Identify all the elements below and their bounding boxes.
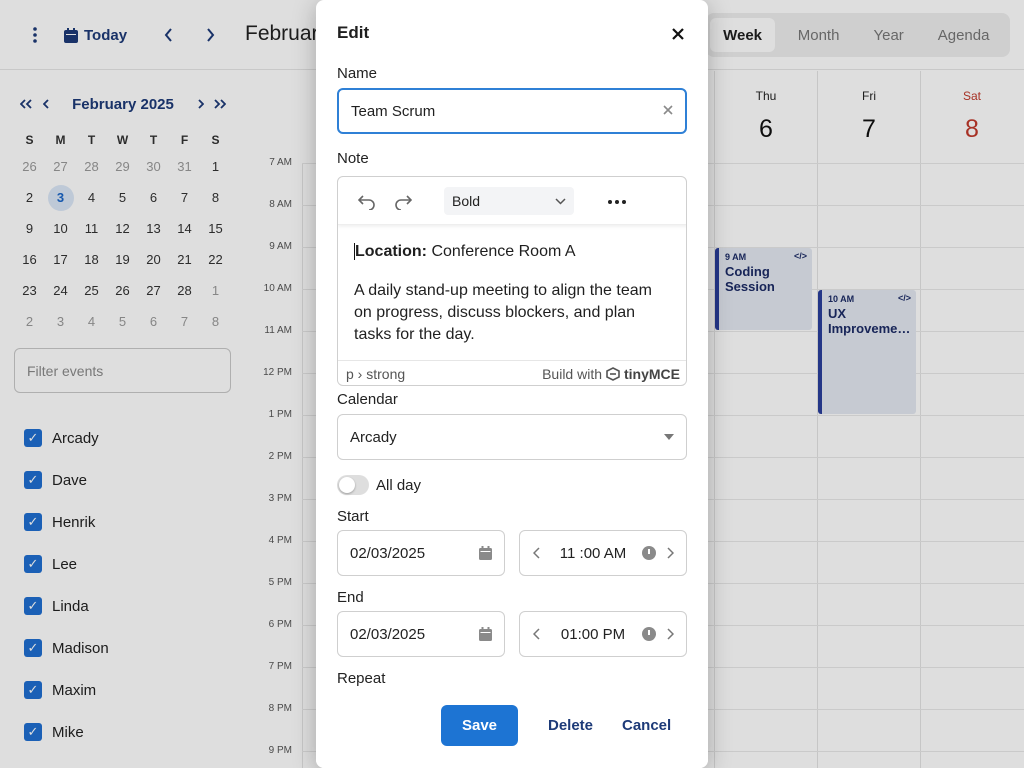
dialog-title: Edit — [337, 23, 370, 42]
brand-prefix: Build with — [542, 366, 602, 382]
calendar-label: Calendar — [337, 391, 398, 408]
cancel-button[interactable]: Cancel — [622, 705, 671, 746]
clear-icon — [663, 105, 673, 115]
clock-icon — [642, 627, 656, 641]
start-time-input[interactable]: 11 :00 AM — [519, 530, 687, 576]
tinymce-logo-icon — [606, 367, 620, 381]
calendar-select[interactable]: Arcady — [337, 414, 687, 460]
start-time-value: 11 :00 AM — [559, 544, 627, 562]
location-paragraph: Location: Conference Room A — [354, 241, 674, 263]
more-options-button[interactable] — [604, 189, 630, 215]
clock-icon — [642, 546, 656, 560]
start-date-value: 02/03/2025 — [350, 544, 426, 562]
editor-statusbar: p › strong Build with tinyMCE — [338, 360, 686, 385]
format-value: Bold — [452, 193, 481, 209]
repeat-label: Repeat — [337, 670, 386, 687]
chevron-right-icon — [666, 547, 674, 559]
location-label: Location: — [354, 243, 427, 260]
end-time-input[interactable]: 01:00 PM — [519, 611, 687, 657]
chevron-right-icon — [666, 628, 674, 640]
calendar-icon — [479, 627, 492, 641]
editor-content[interactable]: Location: Conference Room A A daily stan… — [354, 241, 674, 346]
location-value: Conference Room A — [427, 243, 576, 260]
start-time-increment[interactable] — [662, 543, 678, 563]
tinymce-branding[interactable]: Build with tinyMCE — [542, 366, 680, 382]
save-button[interactable]: Save — [441, 705, 518, 746]
all-day-label: All day — [376, 476, 422, 494]
undo-icon — [358, 195, 375, 210]
end-time-value: 01:00 PM — [560, 625, 626, 643]
description-paragraph: A daily stand-up meeting to align the te… — [354, 282, 652, 343]
end-time-increment[interactable] — [662, 624, 678, 644]
start-label: Start — [337, 508, 369, 525]
end-time-decrement[interactable] — [528, 624, 544, 644]
name-input[interactable]: Team Scrum — [337, 88, 687, 134]
chevron-left-icon — [532, 628, 540, 640]
chevron-left-icon — [532, 547, 540, 559]
end-date-value: 02/03/2025 — [350, 625, 426, 643]
note-editor: Bold Location: Conference Room A A daily… — [337, 176, 687, 386]
toggle-knob — [339, 477, 355, 493]
brand-name: tinyMCE — [624, 366, 680, 382]
edit-event-dialog: Edit Name Team Scrum Note Bold Location:… — [316, 0, 708, 768]
dialog-footer: Save Delete Cancel — [316, 690, 708, 768]
end-label: End — [337, 589, 364, 606]
start-date-input[interactable]: 02/03/2025 — [337, 530, 505, 576]
editor-toolbar: Bold — [338, 177, 686, 225]
chevron-down-icon — [555, 197, 566, 205]
all-day-toggle[interactable] — [337, 475, 369, 495]
redo-icon — [395, 195, 412, 210]
redo-button[interactable] — [390, 189, 416, 215]
ellipsis-icon — [608, 200, 626, 204]
name-value: Team Scrum — [351, 102, 436, 120]
calendar-icon — [479, 546, 492, 560]
dropdown-arrow-icon — [664, 434, 674, 440]
calendar-value: Arcady — [350, 428, 397, 446]
delete-button[interactable]: Delete — [548, 705, 593, 746]
element-path: p › strong — [346, 366, 406, 382]
end-date-input[interactable]: 02/03/2025 — [337, 611, 505, 657]
clear-input-button[interactable] — [663, 102, 673, 120]
start-time-decrement[interactable] — [528, 543, 544, 563]
note-label: Note — [337, 150, 369, 167]
name-label: Name — [337, 65, 378, 82]
close-button[interactable] — [666, 22, 690, 46]
format-select[interactable]: Bold — [444, 187, 574, 215]
undo-button[interactable] — [354, 189, 380, 215]
all-day-row: All day — [337, 474, 421, 496]
close-icon — [672, 28, 684, 40]
